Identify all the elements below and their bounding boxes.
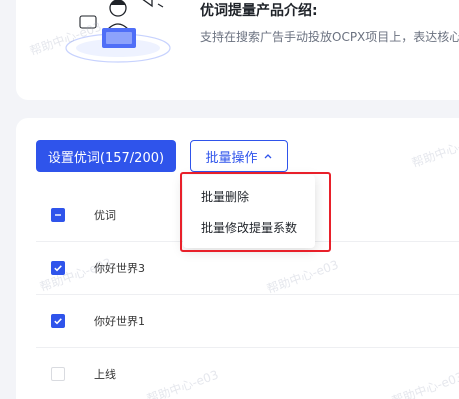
batch-operation-button[interactable]: 批量操作 (190, 140, 288, 172)
row-checkbox[interactable] (51, 314, 65, 328)
check-icon (54, 318, 62, 325)
chevron-up-icon (264, 154, 271, 159)
intro-description: 支持在搜索广告手动投放OCPX项目上，表达核心... (200, 30, 459, 44)
row-checkbox[interactable] (51, 261, 65, 275)
keyword-cell: 你好世界3 (94, 262, 145, 275)
menu-item-batch-edit-coefficient[interactable]: 批量修改提量系数 (201, 219, 297, 236)
batch-operation-dropdown: 批量删除 批量修改提量系数 (183, 175, 315, 248)
product-illustration (65, 0, 171, 63)
select-all-checkbox[interactable] (51, 208, 65, 222)
menu-item-batch-delete[interactable]: 批量删除 (201, 188, 249, 205)
row-checkbox[interactable] (51, 367, 65, 381)
intro-card: 优词提量产品介绍: 支持在搜索广告手动投放OCPX项目上，表达核心... (16, 0, 459, 100)
check-icon (54, 265, 62, 272)
batch-operation-label: 批量操作 (205, 150, 258, 166)
table-row: 你好世界1 (36, 296, 459, 348)
intro-title: 优词提量产品介绍: (200, 3, 318, 19)
minus-icon (55, 214, 61, 216)
column-header-keyword: 优词 (94, 209, 116, 222)
keyword-cell: 你好世界1 (94, 315, 145, 328)
table-row: 你好世界3 (36, 243, 459, 295)
keyword-cell: 上线 (94, 368, 116, 381)
set-keywords-button[interactable]: 设置优词(157/200) (36, 140, 176, 172)
table-row: 上线 (36, 349, 459, 399)
